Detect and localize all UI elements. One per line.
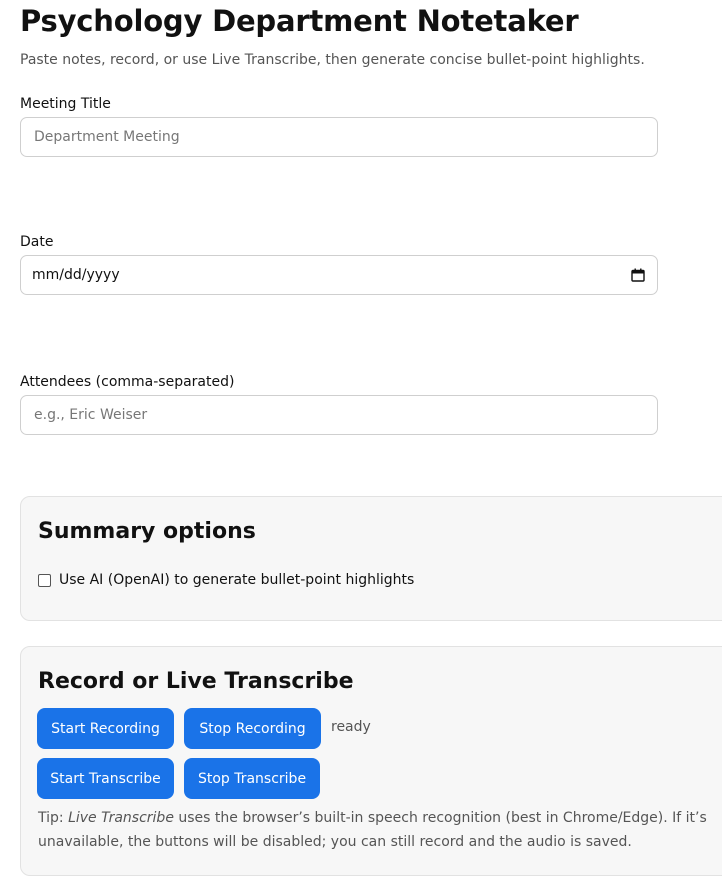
summary-options-panel: Summary options Use AI (OpenAI) to gener…	[20, 496, 722, 621]
start-transcribe-button[interactable]: Start Transcribe	[37, 758, 174, 799]
calendar-icon[interactable]	[630, 267, 646, 283]
recording-status: ready	[331, 719, 371, 735]
use-ai-label: Use AI (OpenAI) to generate bullet-point…	[59, 572, 415, 588]
meeting-title-label: Meeting Title	[20, 96, 111, 112]
meeting-title-input[interactable]	[32, 128, 646, 146]
page-title: Psychology Department Notetaker	[20, 4, 579, 38]
page-subtitle: Paste notes, record, or use Live Transcr…	[20, 52, 645, 68]
attendees-field[interactable]	[20, 395, 658, 435]
attendees-input[interactable]	[32, 406, 646, 424]
attendees-label: Attendees (comma-separated)	[20, 374, 235, 390]
tip-prefix: Tip:	[38, 810, 69, 826]
stop-recording-button[interactable]: Stop Recording	[184, 708, 321, 749]
date-input-placeholder[interactable]: mm/dd/yyyy	[32, 267, 630, 283]
start-recording-button[interactable]: Start Recording	[37, 708, 174, 749]
date-label: Date	[20, 234, 54, 250]
stop-transcribe-button[interactable]: Stop Transcribe	[184, 758, 320, 799]
use-ai-checkbox[interactable]	[38, 573, 51, 587]
summary-options-heading: Summary options	[38, 519, 256, 544]
record-heading: Record or Live Transcribe	[38, 669, 354, 694]
use-ai-option[interactable]: Use AI (OpenAI) to generate bullet-point…	[38, 572, 414, 588]
meeting-title-field[interactable]	[20, 117, 658, 157]
date-field[interactable]: mm/dd/yyyy	[20, 255, 658, 295]
record-panel: Record or Live Transcribe Start Recordin…	[20, 646, 722, 876]
tip-emphasis: Live Transcribe	[68, 810, 174, 826]
transcribe-tip: Tip: Live Transcribe uses the browser’s …	[38, 806, 718, 854]
